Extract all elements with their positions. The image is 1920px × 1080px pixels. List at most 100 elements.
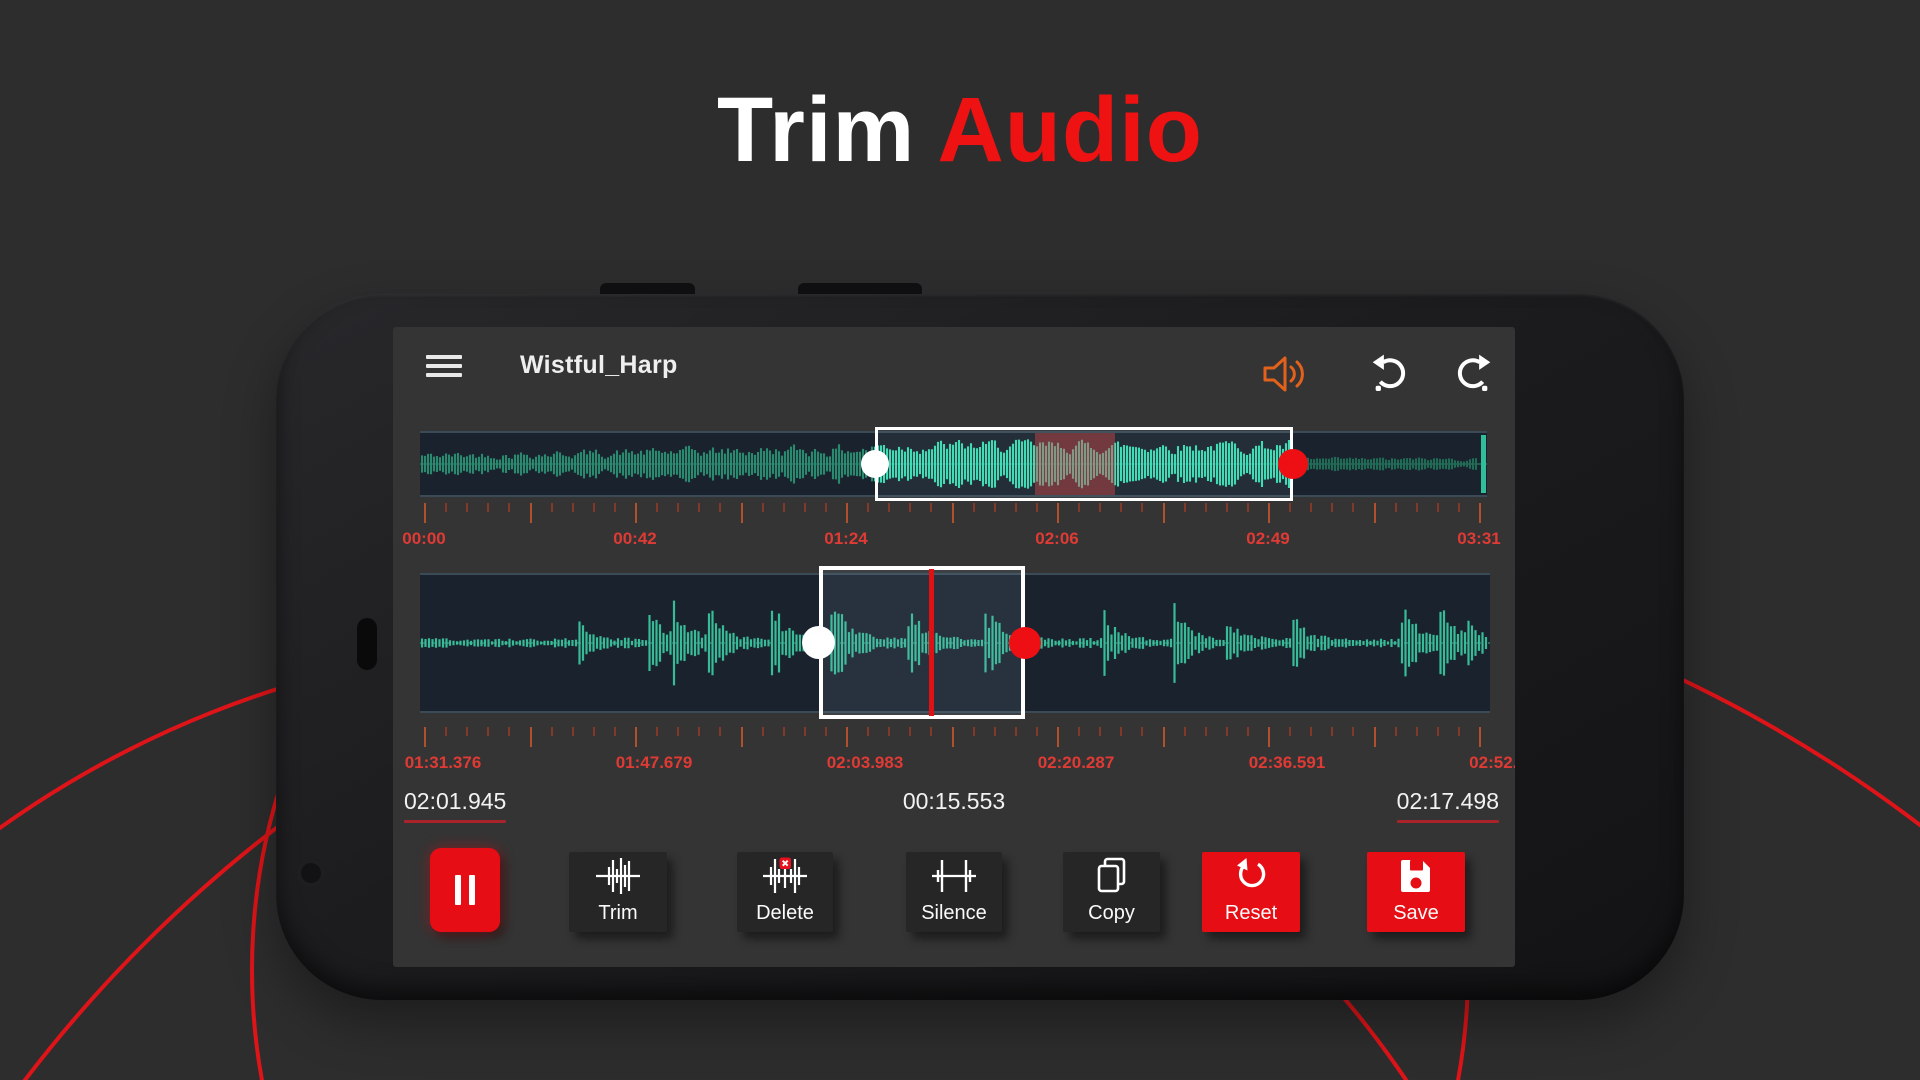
save-icon: [1397, 857, 1435, 895]
audio-end-marker: [1481, 435, 1486, 493]
ruler-tick: [551, 503, 553, 512]
ruler-label: 02:49: [1246, 529, 1289, 549]
silence-button-label: Silence: [906, 902, 1002, 925]
ruler-tick: [1437, 503, 1439, 512]
ruler-tick: [741, 727, 743, 747]
ruler-tick: [1374, 503, 1376, 523]
menu-icon[interactable]: [426, 355, 462, 377]
overview-selection-start-handle[interactable]: [861, 450, 889, 478]
ruler-tick: [487, 503, 489, 512]
reset-button[interactable]: Reset: [1202, 852, 1300, 932]
ruler-tick: [1458, 503, 1460, 512]
ruler-tick: [1310, 503, 1312, 512]
ruler-tick: [719, 727, 721, 736]
phone-camera: [296, 858, 326, 888]
ruler-tick: [888, 503, 890, 512]
pause-icon: [455, 875, 461, 905]
ruler-tick: [1352, 727, 1354, 736]
ruler-tick: [1416, 503, 1418, 512]
zoom-selection-box[interactable]: [819, 566, 1025, 719]
ruler-tick: [572, 727, 574, 736]
ruler-tick: [635, 727, 637, 747]
zoom-selection-end-handle[interactable]: [1009, 627, 1041, 659]
ruler-tick: [909, 503, 911, 512]
overview-selection-end-handle[interactable]: [1278, 449, 1308, 479]
promo-canvas: TrimAudio Wistful_Harp: [0, 0, 1920, 1080]
copy-icon: [1092, 857, 1132, 895]
ruler-tick: [1331, 503, 1333, 512]
undo-icon[interactable]: [1368, 354, 1408, 394]
ruler-tick: [930, 727, 932, 736]
ruler-tick: [952, 727, 954, 747]
ruler-tick: [424, 503, 426, 523]
ruler-tick: [1141, 727, 1143, 736]
selection-duration: 00:15.553: [903, 788, 1005, 815]
ruler-tick: [1479, 727, 1481, 747]
zoom-ruler: 01:31.37601:47.67902:03.98302:20.28702:3…: [420, 727, 1490, 789]
ruler-tick: [1331, 727, 1333, 736]
ruler-tick: [909, 727, 911, 736]
save-button[interactable]: Save: [1367, 852, 1465, 932]
ruler-tick: [593, 727, 595, 736]
ruler-label: 02:52.8: [1469, 753, 1515, 773]
ruler-tick: [530, 503, 532, 523]
ruler-tick: [1226, 727, 1228, 736]
ruler-tick: [867, 503, 869, 512]
ruler-tick: [1226, 503, 1228, 512]
ruler-tick: [677, 727, 679, 736]
volume-icon[interactable]: [1259, 352, 1309, 396]
ruler-tick: [445, 503, 447, 512]
zoom-selection-start-handle[interactable]: [802, 626, 835, 659]
phone-earpiece: [357, 618, 377, 670]
ruler-tick: [719, 503, 721, 512]
ruler-tick: [1036, 727, 1038, 736]
ruler-tick: [1395, 727, 1397, 736]
silence-button[interactable]: Silence: [906, 852, 1002, 932]
ruler-tick: [614, 503, 616, 512]
ruler-tick: [1247, 727, 1249, 736]
ruler-tick: [994, 727, 996, 736]
ruler-tick: [804, 727, 806, 736]
ruler-label: 02:20.287: [1038, 753, 1115, 773]
time-readouts: 02:01.945 00:15.553 02:17.498: [393, 788, 1515, 830]
ruler-tick: [994, 503, 996, 512]
ruler-tick: [445, 727, 447, 736]
ruler-tick: [1163, 503, 1165, 523]
delete-button[interactable]: Delete: [737, 852, 833, 932]
ruler-tick: [930, 503, 932, 512]
ruler-tick: [1057, 727, 1059, 747]
silence-icon: [932, 857, 976, 895]
ruler-tick: [1184, 503, 1186, 512]
ruler-tick: [698, 727, 700, 736]
redo-icon[interactable]: [1455, 354, 1495, 394]
ruler-tick: [762, 727, 764, 736]
ruler-tick: [698, 503, 700, 512]
ruler-tick: [1141, 503, 1143, 512]
ruler-tick: [973, 503, 975, 512]
ruler-tick: [804, 503, 806, 512]
phone-frame: Wistful_Harp: [276, 294, 1684, 1000]
overview-selection-box[interactable]: [875, 427, 1293, 501]
ruler-tick: [1458, 727, 1460, 736]
save-button-label: Save: [1367, 902, 1465, 925]
delete-icon: [763, 857, 807, 895]
reset-icon: [1231, 857, 1271, 895]
ruler-tick: [1078, 727, 1080, 736]
pause-button[interactable]: [430, 848, 500, 932]
reset-button-label: Reset: [1202, 902, 1300, 925]
ruler-label: 02:06: [1035, 529, 1078, 549]
ruler-tick: [846, 503, 848, 523]
trim-button[interactable]: Trim: [569, 852, 667, 932]
track-title: Wistful_Harp: [520, 351, 678, 380]
end-time-underline: [1397, 820, 1499, 823]
app-screen: Wistful_Harp: [393, 327, 1515, 967]
ruler-tick: [656, 727, 658, 736]
ruler-tick: [973, 727, 975, 736]
playhead[interactable]: [929, 569, 934, 716]
overview-ruler: 00:0000:4201:2402:0602:4903:31: [420, 503, 1487, 565]
ruler-tick: [656, 503, 658, 512]
copy-button[interactable]: Copy: [1063, 852, 1160, 932]
ruler-tick: [1247, 503, 1249, 512]
ruler-tick: [1015, 503, 1017, 512]
ruler-tick: [825, 727, 827, 736]
